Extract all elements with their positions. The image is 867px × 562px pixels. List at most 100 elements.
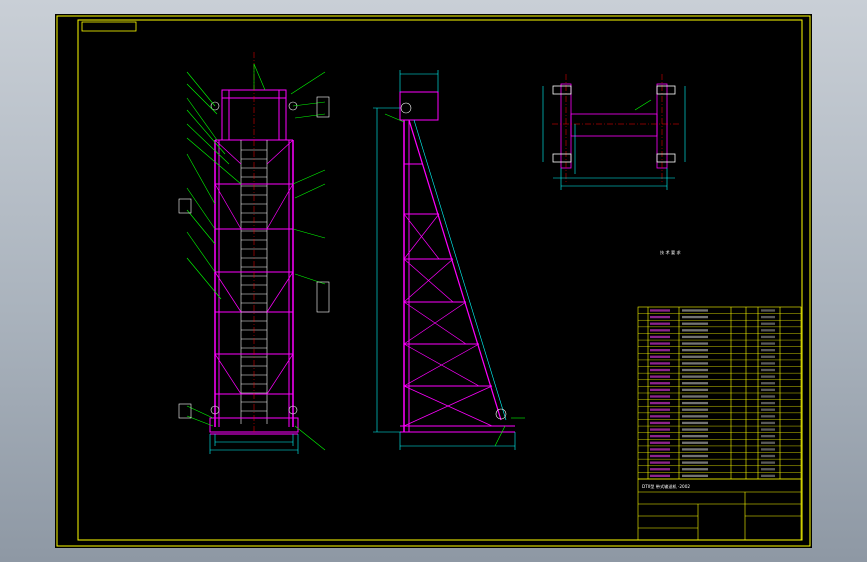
window-background: 技 术 要 求 DTII型 带式输送机 ·2002 [0, 0, 867, 562]
parts-table-cell-code [650, 428, 670, 431]
parts-table-cell-name [682, 408, 708, 411]
parts-table-cell-name [682, 329, 708, 332]
parts-table-cell-code [650, 335, 670, 339]
parts-table-cell-name [682, 461, 708, 464]
parts-table-cell-code [650, 355, 670, 358]
parts-table-cell-code [650, 368, 670, 372]
parts-table-cell-code [650, 388, 670, 392]
parts-table-cell-name [682, 454, 708, 458]
parts-table-cell-name [682, 448, 708, 451]
parts-table-cell-material [761, 322, 775, 325]
parts-table-cell-code [650, 362, 670, 365]
parts-table-cell-name [682, 382, 708, 385]
callout-leader-line [186, 83, 218, 115]
parts-table-cell-name [682, 395, 708, 398]
parts-table-cell-material [761, 421, 775, 425]
callout-leader-line [186, 123, 230, 165]
parts-table-cell-code [650, 382, 670, 385]
parts-table-cell-material [761, 329, 775, 332]
tech-requirements-title: 技 术 要 求 [660, 249, 682, 256]
parts-table-cell-material [761, 355, 775, 358]
section-view-leader-lines [634, 99, 652, 111]
parts-table-rows [638, 309, 801, 478]
parts-table-cell-material [761, 362, 775, 365]
parts-table-cell-name [682, 355, 708, 358]
parts-table-cell-name [682, 335, 708, 339]
parts-table-cell-material [761, 395, 775, 398]
side-head-frame [399, 91, 439, 121]
cad-drawing: 技 术 要 求 DTII型 带式输送机 ·2002 [56, 15, 811, 547]
parts-table-cell-material [761, 474, 775, 478]
parts-table-cell-material [761, 315, 775, 319]
front-view-leader-lines [186, 63, 326, 451]
callout-leader-line [186, 137, 242, 185]
parts-table-cell-material [761, 375, 775, 378]
parts-table-cell-material [761, 382, 775, 385]
parts-table-cell-name [682, 309, 708, 312]
parts-table-cell-code [650, 421, 670, 425]
callout-leader-line [290, 71, 326, 95]
parts-table-cell-name [682, 435, 708, 438]
parts-table-cell-code [650, 329, 670, 332]
parts-table-cell-code [650, 415, 670, 418]
callout-leader-line [292, 228, 326, 239]
parts-table-cell-material [761, 342, 775, 345]
parts-table-cell-code [650, 454, 670, 458]
parts-table-cell-material [761, 388, 775, 392]
parts-table-cell-material [761, 349, 775, 352]
parts-table-cell-name [682, 421, 708, 425]
side-view [399, 91, 515, 433]
callout-leader-line [294, 183, 326, 199]
parts-table-cell-code [650, 461, 670, 464]
parts-table-cell-material [761, 415, 775, 418]
parts-table-cell-code [650, 441, 670, 444]
parts-table-cell-material [761, 408, 775, 411]
parts-table-cell-name [682, 415, 708, 418]
sheet-outer-border [56, 15, 811, 547]
parts-table-cell-material [761, 468, 775, 471]
parts-table-cell-name [682, 322, 708, 325]
parts-table-cell-name [682, 375, 708, 378]
parts-table-cell-material [761, 448, 775, 451]
callout-leader-line [292, 101, 326, 107]
callout-leader-line [292, 169, 326, 185]
parts-table-cell-material [761, 401, 775, 405]
parts-table-cell-code [650, 448, 670, 451]
parts-table-cell-name [682, 315, 708, 319]
parts-table-cell-material [761, 428, 775, 431]
parts-table-cell-material [761, 309, 775, 312]
callout-leader-line [294, 273, 326, 285]
callout-leader-line [294, 113, 326, 119]
parts-table-cell-name [682, 474, 708, 478]
parts-table-cell-name [682, 401, 708, 405]
callout-leader-line [186, 153, 216, 205]
parts-table-cell-code [650, 309, 670, 312]
side-view-dimensions [373, 70, 516, 450]
parts-table-cell-name [682, 342, 708, 345]
parts-table-cell-code [650, 375, 670, 378]
callout-leader-line [186, 231, 216, 273]
parts-table-cell-material [761, 441, 775, 444]
parts-table-cell-material [761, 461, 775, 464]
section-view [552, 74, 680, 182]
parts-table-cell-code [650, 395, 670, 398]
parts-table-cell-code [650, 342, 670, 345]
parts-table-cell-code [650, 474, 670, 478]
callout-leader-line [186, 109, 226, 155]
drawing-sheet: 技 术 要 求 DTII型 带式输送机 ·2002 [55, 14, 812, 548]
parts-table-cell-name [682, 362, 708, 365]
parts-table-cell-name [682, 388, 708, 392]
parts-table-cell-code [650, 401, 670, 405]
title-block-main-title: DTII型 带式输送机 ·2002 [642, 483, 690, 490]
parts-table-cell-code [650, 322, 670, 325]
parts-table-cell-name [682, 349, 708, 352]
parts-table-cell-name [682, 368, 708, 372]
drawing-tag-box [81, 21, 137, 32]
parts-table-cell-name [682, 441, 708, 444]
parts-table-cell-code [650, 435, 670, 438]
parts-table-cell-material [761, 368, 775, 372]
parts-table-cell-name [682, 468, 708, 471]
parts-table-cell-material [761, 335, 775, 339]
parts-table-cell-material [761, 454, 775, 458]
callout-leader-line [186, 71, 216, 107]
